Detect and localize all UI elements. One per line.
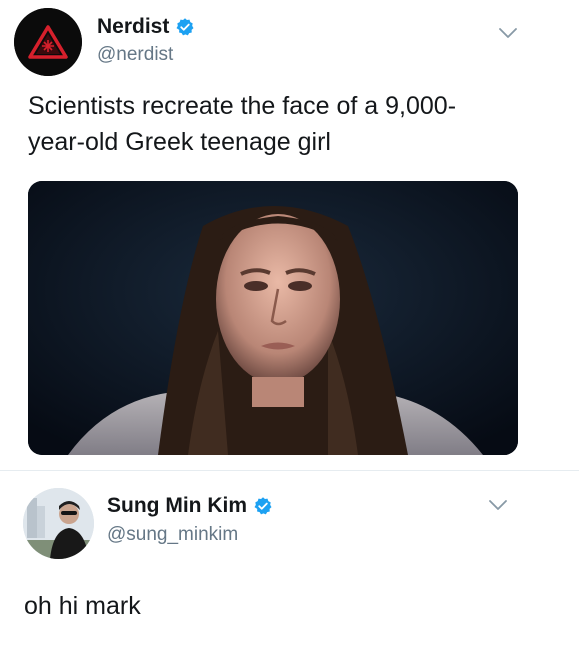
tweet-text-line: year-old Greek teenage girl bbox=[28, 128, 331, 156]
user-handle[interactable]: @nerdist bbox=[97, 44, 173, 66]
user-handle[interactable]: @sung_minkim bbox=[107, 524, 238, 546]
verified-badge-icon bbox=[176, 18, 194, 36]
tweet-text: oh hi mark bbox=[24, 592, 141, 620]
chevron-down-icon[interactable] bbox=[497, 26, 519, 40]
tweet-text-line: Scientists recreate the face of a 9,000- bbox=[28, 92, 457, 120]
sung-min-kim-avatar[interactable] bbox=[23, 488, 94, 559]
chevron-down-icon[interactable] bbox=[487, 498, 509, 512]
author-name-row: Sung Min Kim bbox=[107, 494, 273, 518]
nerdist-avatar[interactable] bbox=[14, 8, 82, 76]
user-avatar-photo bbox=[23, 488, 94, 559]
tweet-text: Scientists recreate the face of a 9,000-… bbox=[28, 88, 548, 160]
display-name[interactable]: Sung Min Kim bbox=[107, 494, 247, 518]
display-name[interactable]: Nerdist bbox=[97, 15, 169, 39]
verified-badge-icon bbox=[254, 497, 272, 515]
tweet-reply[interactable]: Sung Min Kim @sung_minkim oh hi mark bbox=[0, 470, 579, 650]
reconstructed-face-photo bbox=[28, 181, 518, 455]
tweet-media-image[interactable] bbox=[28, 181, 518, 455]
tweet-nerdist[interactable]: Nerdist @nerdist Scientists recreate the… bbox=[0, 0, 579, 470]
author-name-row: Nerdist bbox=[97, 15, 195, 39]
nerdist-logo-icon bbox=[14, 8, 82, 76]
